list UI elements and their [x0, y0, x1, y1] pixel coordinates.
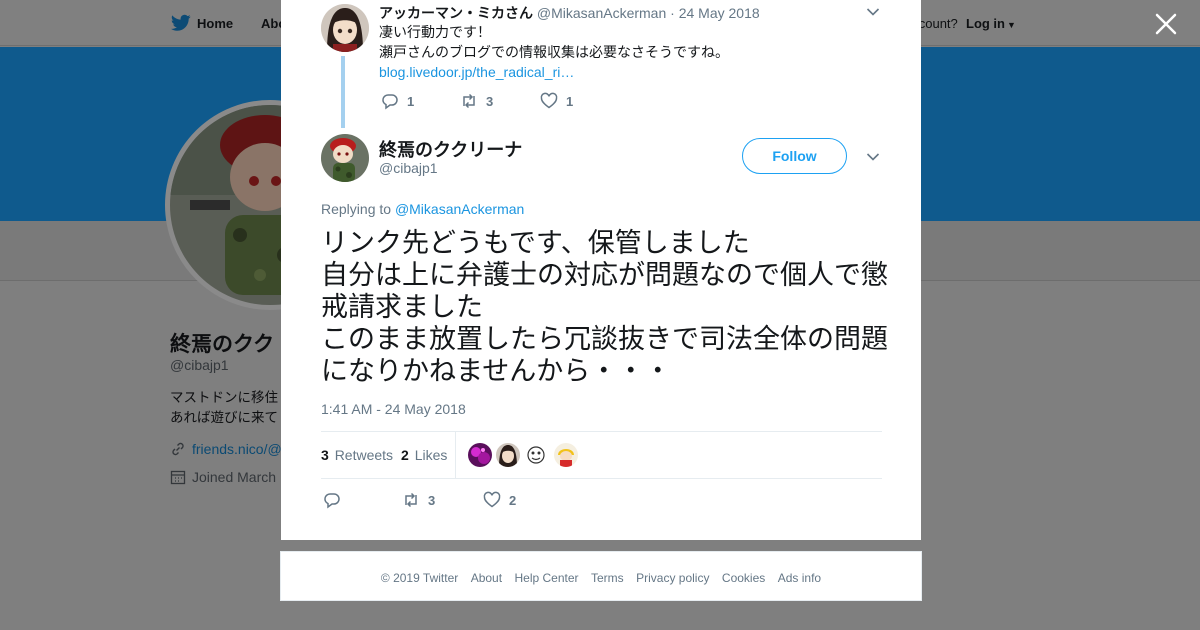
- engager-avatar[interactable]: [496, 443, 520, 467]
- thread-connector-line: [341, 56, 345, 128]
- retweets-stat-count: 3: [321, 447, 329, 463]
- footer-link-cookies[interactable]: Cookies: [722, 571, 765, 585]
- anime-girl-avatar-image: [496, 443, 520, 467]
- follow-button[interactable]: Follow: [742, 138, 847, 174]
- replying-to-link[interactable]: @MikasanAckerman: [395, 201, 524, 217]
- footer-link-terms[interactable]: Terms: [591, 571, 624, 585]
- retweets-stat-label: Retweets: [334, 447, 394, 463]
- like-button[interactable]: 2: [483, 491, 516, 509]
- twitter-bird-icon[interactable]: [171, 14, 191, 32]
- nav-login-link[interactable]: Log in ▼: [966, 16, 1016, 31]
- chevron-down-icon[interactable]: [866, 7, 880, 17]
- main-tweet-avatar[interactable]: [321, 134, 369, 182]
- profile-joined: Joined March: [170, 469, 276, 485]
- profile-handle: @cibajp1: [170, 357, 229, 373]
- parent-tweet-link[interactable]: blog.livedoor.jp/the_radical_ri…: [379, 62, 729, 82]
- retweet-button[interactable]: 3: [402, 491, 435, 509]
- tweet-stats-row: 3 Retweets 2 Likes: [321, 431, 882, 479]
- like-count: 2: [509, 492, 517, 508]
- engager-avatar[interactable]: [468, 443, 492, 467]
- replying-to-prefix: Replying to: [321, 201, 395, 217]
- main-tweet-timestamp[interactable]: 1:41 AM - 24 May 2018: [321, 401, 466, 417]
- chevron-down-icon: ▼: [1007, 20, 1016, 30]
- modal-footer: © 2019 Twitter About Help Center Terms P…: [280, 551, 922, 601]
- profile-bio: マストドンに移住 あれば遊びに来て: [170, 388, 278, 428]
- parent-reply-count: 1: [407, 93, 415, 109]
- retweet-icon: [405, 492, 417, 508]
- profile-bio-line: あれば遊びに来て: [170, 410, 278, 425]
- parent-retweet-button[interactable]: 3: [460, 92, 493, 110]
- footer-link-privacy[interactable]: Privacy policy: [636, 571, 709, 585]
- soldier-girl-avatar-image: [321, 134, 369, 182]
- profile-website-link[interactable]: friends.nico/@: [170, 441, 282, 457]
- main-tweet-author-name[interactable]: 終焉のククリーナ: [379, 136, 522, 162]
- anime-girl-avatar-image: [321, 4, 369, 52]
- profile-joined-text: Joined March: [192, 469, 277, 485]
- engager-avatar[interactable]: [554, 443, 578, 467]
- reply-button[interactable]: [323, 491, 341, 509]
- profile-website-text: friends.nico/@: [192, 441, 282, 457]
- engager-avatar[interactable]: [524, 443, 548, 467]
- retweets-stat[interactable]: 3 Retweets: [321, 447, 393, 463]
- parent-tweet-handle[interactable]: @MikasanAckerman: [537, 5, 666, 21]
- nav-home-link[interactable]: Home: [197, 16, 233, 31]
- parent-reply-button[interactable]: 1: [381, 92, 414, 110]
- main-tweet-author-handle[interactable]: @cibajp1: [379, 160, 438, 176]
- stats-divider: [455, 432, 456, 478]
- parent-tweet-line: 凄い行動力です！: [379, 24, 491, 40]
- profile-name: 終焉のクク: [170, 333, 275, 356]
- likes-stat-count: 2: [401, 447, 409, 463]
- parent-tweet-header: アッカーマン・ミカさん @MikasanAckerman · 24 May 20…: [379, 3, 760, 23]
- replying-to-line: Replying to @MikasanAckerman: [321, 201, 524, 217]
- likes-stat-label: Likes: [414, 447, 448, 463]
- likes-stat[interactable]: 2 Likes: [401, 447, 447, 463]
- heart-icon: [540, 92, 558, 109]
- purple-abstract-avatar-image: [468, 443, 492, 467]
- parent-retweet-count: 3: [486, 93, 494, 109]
- parent-tweet-text: 凄い行動力です！ 瀬戸さんのブログでの情報収集は必要なさそうですね。 blog.…: [379, 22, 729, 82]
- heart-icon: [483, 491, 501, 508]
- retweet-icon: [463, 93, 475, 109]
- parent-like-count: 1: [566, 93, 574, 109]
- parent-tweet-line: 瀬戸さんのブログでの情報収集は必要なさそうですね。: [379, 44, 729, 60]
- parent-tweet-name[interactable]: アッカーマン・ミカさん: [379, 5, 533, 21]
- calendar-icon: [170, 470, 186, 485]
- parent-tweet-date[interactable]: · 24 May 2018: [670, 5, 760, 21]
- link-icon: [172, 442, 184, 456]
- profile-bio-line: マストドンに移住: [170, 390, 278, 405]
- sketch-face-avatar-image: [524, 443, 548, 467]
- chevron-down-icon[interactable]: [866, 152, 880, 162]
- footer-link-ads-info[interactable]: Ads info: [778, 571, 821, 585]
- yellow-hair-character-avatar-image: [554, 443, 578, 467]
- reply-icon: [324, 493, 340, 509]
- footer-copyright: © 2019 Twitter: [380, 571, 459, 585]
- close-icon[interactable]: [1154, 12, 1178, 36]
- footer-link-help-center[interactable]: Help Center: [515, 571, 579, 585]
- footer-link-about[interactable]: About: [471, 571, 502, 585]
- reply-icon: [382, 94, 398, 110]
- nav-login-label: Log in: [966, 16, 1005, 31]
- parent-like-button[interactable]: 1: [540, 92, 573, 110]
- retweet-count: 3: [428, 492, 436, 508]
- main-tweet-text: リンク先どうもです、保管しました 自分は上に弁護士の対応が問題なので個人で懲戒請…: [321, 228, 888, 386]
- parent-tweet-avatar[interactable]: [321, 4, 369, 52]
